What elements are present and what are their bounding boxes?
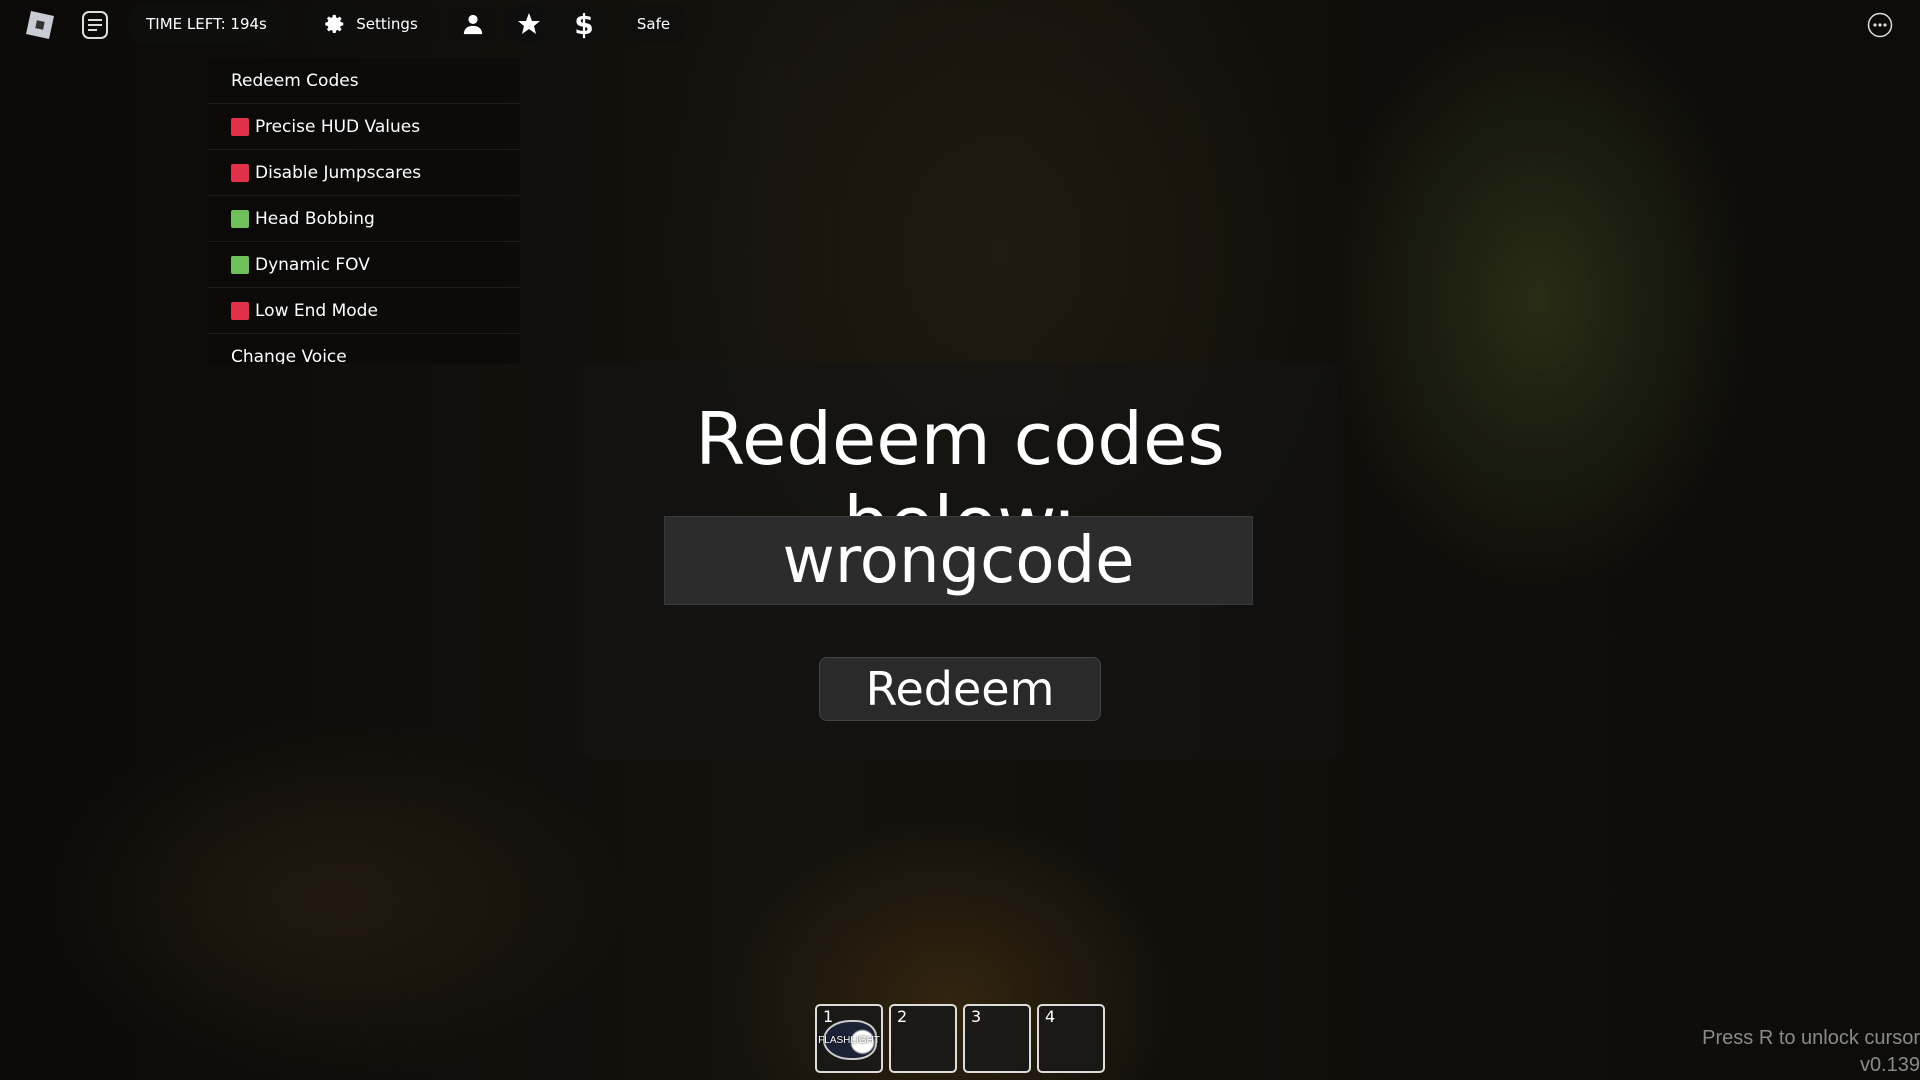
menu-label: Redeem Codes: [231, 70, 359, 91]
safe-label: Safe: [636, 15, 671, 33]
redeem-button-label: Redeem: [865, 662, 1055, 716]
menu-label: Head Bobbing: [255, 208, 375, 229]
gear-icon: [324, 13, 346, 35]
slot-number: 4: [1045, 1007, 1056, 1026]
settings-menu: Redeem Codes Precise HUD Values Disable …: [208, 58, 520, 364]
menu-label: Low End Mode: [255, 300, 378, 321]
more-options-icon[interactable]: [1867, 12, 1893, 38]
person-icon: [462, 13, 484, 35]
slot-number: 2: [897, 1007, 908, 1026]
settings-label: Settings: [356, 15, 418, 33]
toggle-on-indicator: [231, 209, 249, 228]
settings-button[interactable]: Settings: [306, 6, 436, 42]
menu-label: Disable Jumpscares: [255, 162, 422, 183]
hotbar-slot-1[interactable]: 1 FLASHLIGHT: [815, 1004, 883, 1073]
redeem-panel: Redeem codes below: Redeem: [583, 362, 1337, 759]
slot-item-label: FLASHLIGHT: [818, 1035, 880, 1046]
star-icon: [517, 12, 541, 36]
favorites-button[interactable]: [506, 6, 552, 42]
shop-button[interactable]: $: [561, 6, 607, 42]
version-label: v0.139: [1859, 1054, 1920, 1076]
hotbar-slot-2[interactable]: 2: [889, 1004, 957, 1073]
roblox-logo-icon[interactable]: [24, 9, 56, 41]
toggle-low-end-mode[interactable]: Low End Mode: [208, 288, 520, 334]
toggle-head-bobbing[interactable]: Head Bobbing: [208, 196, 520, 242]
menu-label: Precise HUD Values: [255, 116, 421, 137]
menu-redeem-codes[interactable]: Redeem Codes: [208, 58, 520, 104]
menu-label: Change Voice: [231, 346, 347, 365]
timer-text: TIME LEFT: 194s: [146, 15, 267, 33]
safe-status: Safe: [620, 6, 687, 42]
slot-number: 1: [823, 1007, 834, 1026]
toggle-off-indicator: [231, 163, 249, 182]
menu-label: Dynamic FOV: [255, 254, 370, 275]
toggle-precise-hud[interactable]: Precise HUD Values: [208, 104, 520, 150]
slot-number: 3: [971, 1007, 982, 1026]
toggle-on-indicator: [231, 255, 249, 274]
toggle-off-indicator: [231, 301, 249, 320]
toggle-disable-jumpscares[interactable]: Disable Jumpscares: [208, 150, 520, 196]
profile-button[interactable]: [450, 6, 496, 42]
toggle-dynamic-fov[interactable]: Dynamic FOV: [208, 242, 520, 288]
dollar-icon: $: [574, 7, 594, 41]
unlock-cursor-hint: Press R to unlock cursor: [1702, 1027, 1920, 1049]
timer: TIME LEFT: 194s: [129, 6, 284, 42]
toggle-off-indicator: [231, 117, 249, 136]
redeem-button[interactable]: Redeem: [819, 657, 1101, 721]
hotbar-slot-4[interactable]: 4: [1037, 1004, 1105, 1073]
menu-change-voice[interactable]: Change Voice: [208, 334, 520, 365]
hotbar-slot-3[interactable]: 3: [963, 1004, 1031, 1073]
code-input[interactable]: [664, 516, 1253, 605]
chat-icon[interactable]: [82, 11, 108, 39]
